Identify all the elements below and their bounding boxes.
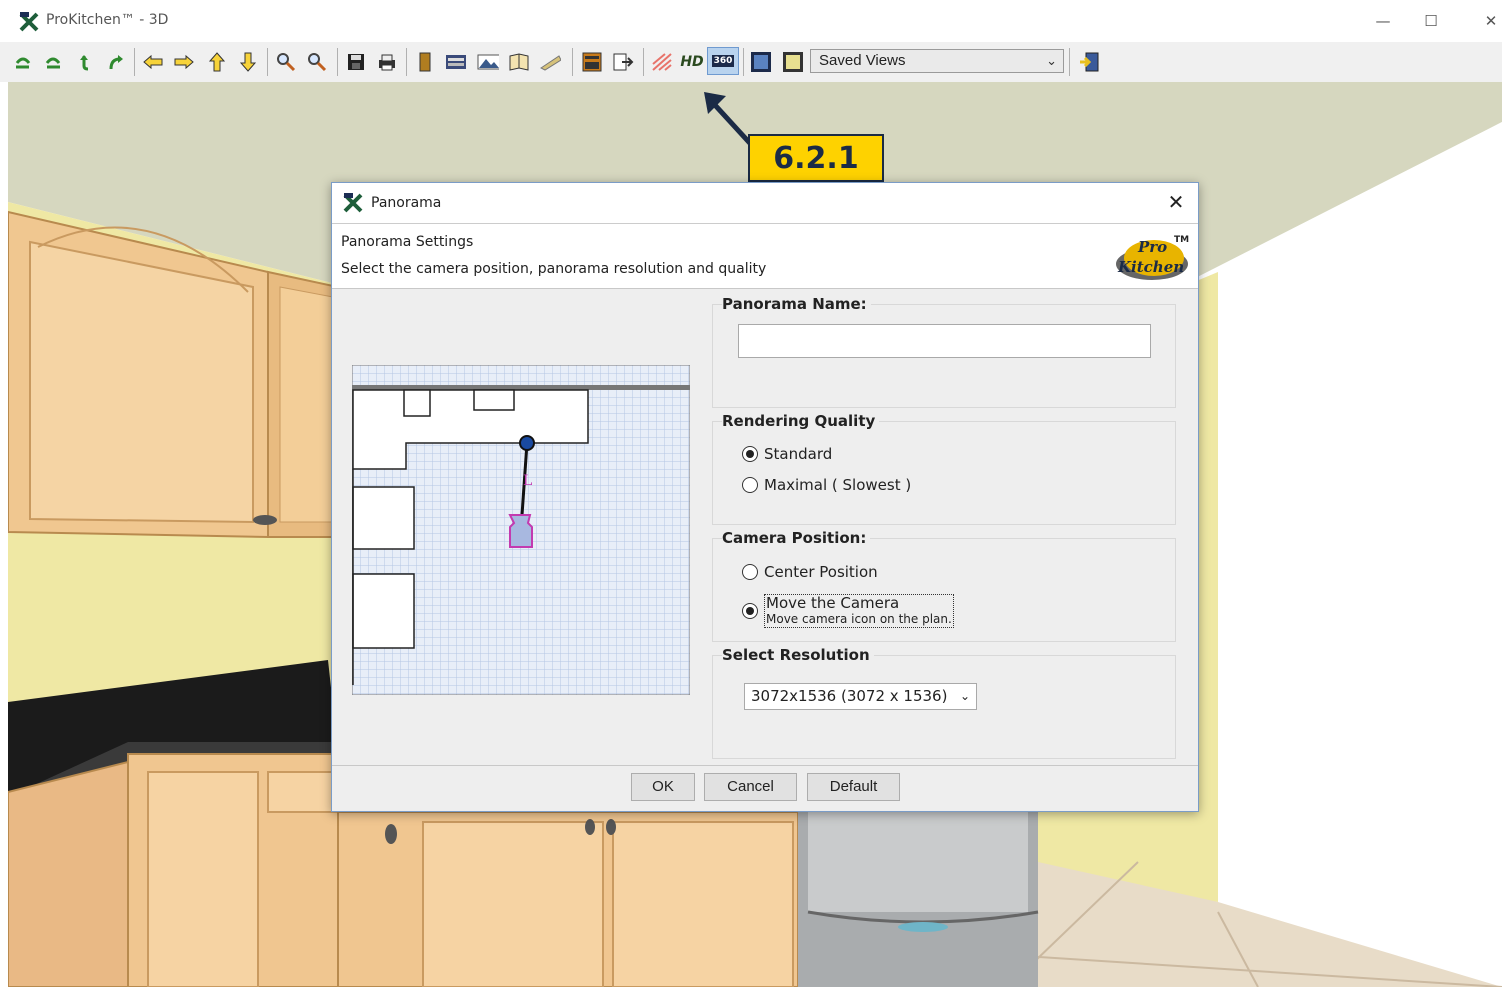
dialog-title-bar: Panorama ✕ xyxy=(332,183,1198,223)
arrow-down-icon[interactable] xyxy=(237,52,259,72)
quality-standard-option[interactable]: Standard xyxy=(742,445,832,463)
app-logo-icon xyxy=(343,193,363,213)
logo-text-top: Pro xyxy=(1137,238,1167,256)
arrow-left-icon[interactable] xyxy=(142,52,164,72)
radio-button[interactable] xyxy=(742,603,758,619)
close-icon[interactable]: ✕ xyxy=(1164,190,1188,214)
export-icon[interactable] xyxy=(612,52,634,72)
ok-button[interactable]: OK xyxy=(631,773,695,801)
surface-icon[interactable] xyxy=(539,52,561,72)
arrow-up-icon[interactable] xyxy=(206,52,228,72)
panorama-name-input[interactable] xyxy=(738,324,1151,358)
window-title: ProKitchen™ - 3D xyxy=(46,12,169,28)
rotate-right-icon[interactable] xyxy=(104,52,126,72)
resolution-label: Select Resolution xyxy=(722,646,874,664)
camera-position-label: Camera Position: xyxy=(722,529,871,547)
app-logo-icon xyxy=(19,12,39,32)
panorama-name-label: Panorama Name: xyxy=(722,295,871,313)
zoom-in-icon[interactable] xyxy=(275,52,297,72)
book-icon[interactable] xyxy=(508,52,530,72)
chevron-down-icon: ⌄ xyxy=(1046,53,1057,68)
cabinet-icon[interactable] xyxy=(581,52,603,72)
quality-maximal-option[interactable]: Maximal ( Slowest ) xyxy=(742,476,911,494)
lighting-icon[interactable] xyxy=(651,52,673,72)
panorama-360-icon[interactable]: 360 xyxy=(707,47,739,75)
header-subtitle: Select the camera position, panorama res… xyxy=(341,261,767,277)
window-title-bar: ProKitchen™ - 3D — ☐ ✕ xyxy=(0,0,1502,42)
rendering-quality-label: Rendering Quality xyxy=(722,412,880,430)
undo-icon[interactable] xyxy=(12,52,34,72)
camera-move-option[interactable]: Move the Camera Move camera icon on the … xyxy=(742,594,954,628)
exit-icon[interactable] xyxy=(1078,52,1100,72)
camera-center-option[interactable]: Center Position xyxy=(742,563,878,581)
view-frame-alt-icon[interactable] xyxy=(782,52,804,72)
cancel-button[interactable]: Cancel xyxy=(704,773,797,801)
landscape-icon[interactable] xyxy=(477,52,499,72)
radio-button[interactable] xyxy=(742,477,758,493)
radio-button[interactable] xyxy=(742,564,758,580)
rotate-left-icon[interactable] xyxy=(73,52,95,72)
logo-text-bottom: Kitchen xyxy=(1117,258,1184,276)
camera-plan-view[interactable]: L xyxy=(352,365,690,695)
maximize-icon[interactable]: ☐ xyxy=(1416,8,1446,34)
view-frame-icon[interactable] xyxy=(750,52,772,72)
dialog-title: Panorama xyxy=(371,195,442,211)
close-icon[interactable]: ✕ xyxy=(1476,8,1502,34)
resolution-select[interactable]: 3072x1536 (3072 x 1536) ⌄ xyxy=(744,683,977,710)
step-callout-badge: 6.2.1 xyxy=(748,134,884,182)
hd-icon[interactable]: HD xyxy=(679,52,705,72)
header-title: Panorama Settings xyxy=(341,234,474,250)
logo-tm: TM xyxy=(1174,235,1189,245)
prokitchen-logo: Pro Kitchen TM xyxy=(1114,228,1192,284)
save-icon[interactable] xyxy=(345,52,367,72)
print-icon[interactable] xyxy=(376,52,398,72)
minimize-icon[interactable]: — xyxy=(1368,8,1398,34)
panorama-dialog: Panorama ✕ Panorama Settings Select the … xyxy=(331,182,1199,812)
camera-plan-label: L xyxy=(523,473,532,489)
arrow-right-icon[interactable] xyxy=(173,52,195,72)
zoom-out-icon[interactable] xyxy=(306,52,328,72)
chevron-down-icon: ⌄ xyxy=(959,689,970,703)
render-icon[interactable] xyxy=(445,52,467,72)
camera-marker-icon xyxy=(508,514,533,548)
dialog-header: Panorama Settings Select the camera posi… xyxy=(332,223,1198,289)
redo-icon[interactable] xyxy=(42,52,64,72)
default-button[interactable]: Default xyxy=(807,773,900,801)
radio-button[interactable] xyxy=(742,446,758,462)
rendering-quality-group xyxy=(712,421,1176,525)
door-icon[interactable] xyxy=(414,52,436,72)
saved-views-select[interactable]: Saved Views ⌄ xyxy=(810,49,1064,73)
